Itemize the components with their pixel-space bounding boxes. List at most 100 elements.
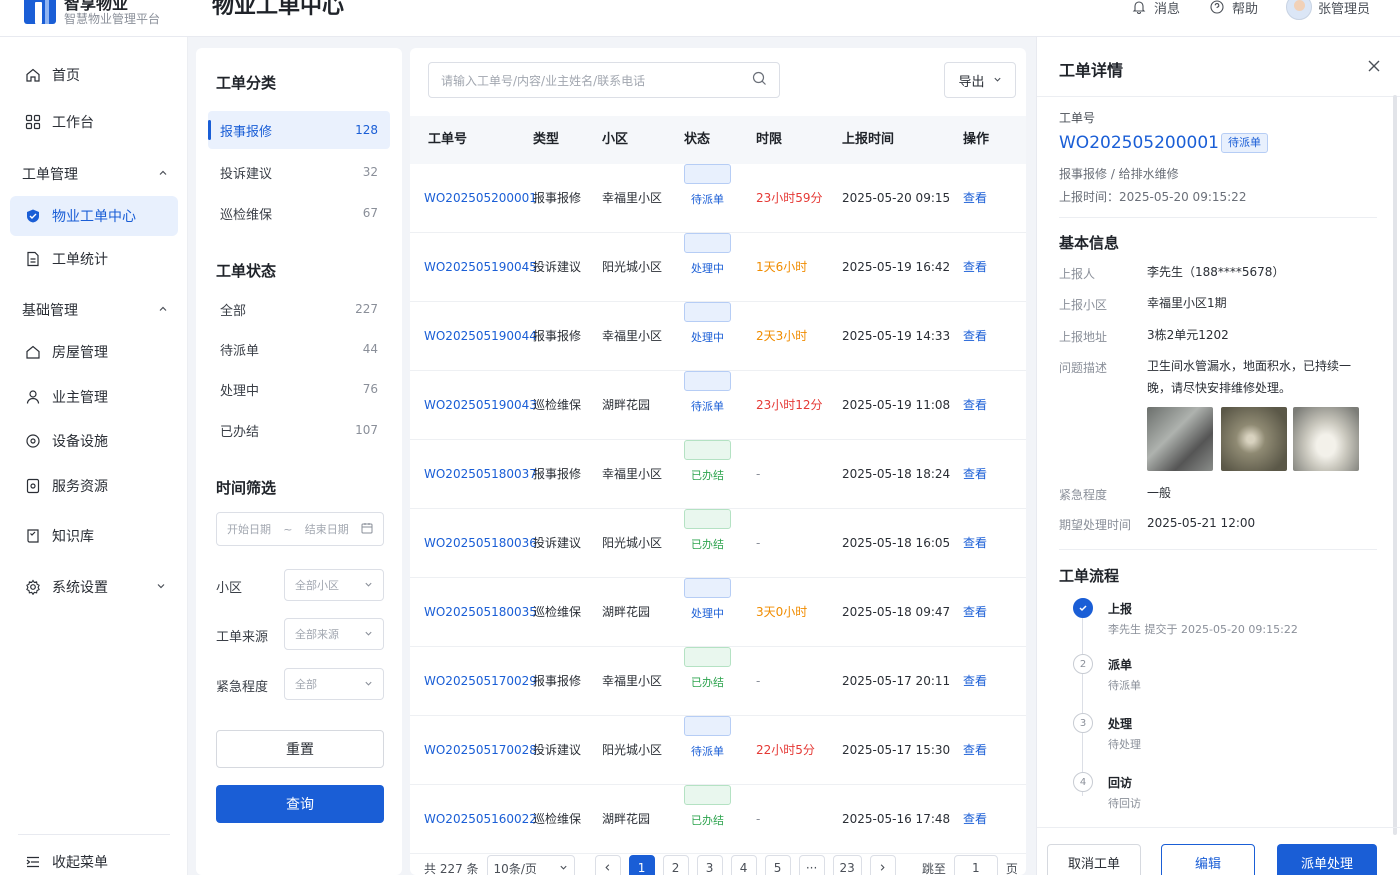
search-icon[interactable] <box>752 71 767 89</box>
jump-page-input[interactable]: 1 <box>953 855 998 875</box>
view-link[interactable]: 查看 <box>963 647 987 716</box>
table-row[interactable]: WO202505180037 报事报修 幸福里小区 已办结 - 2025-05-18 18… <box>410 440 1026 509</box>
column-header: 时限 <box>756 132 783 147</box>
sidebar-group-basic[interactable]: 基础管理 <box>22 300 168 320</box>
sidebar-item-equipment[interactable]: 设备设施 <box>10 421 178 461</box>
view-link[interactable]: 查看 <box>963 440 987 509</box>
issue-photo[interactable] <box>1293 407 1359 471</box>
table-row[interactable]: WO202505180035 巡检维保 湖畔花园 处理中 3天0小时 2025-05-18… <box>410 578 1026 647</box>
edit-button[interactable]: 编辑 <box>1161 844 1255 875</box>
user-menu[interactable]: 张管理员 <box>1285 0 1370 20</box>
category-item[interactable]: 巡检维保 67 <box>208 194 390 232</box>
view-link[interactable]: 查看 <box>963 371 987 440</box>
date-range-picker[interactable]: 开始日期 ~ 结束日期 <box>216 512 384 546</box>
query-button[interactable]: 查询 <box>216 785 384 823</box>
sidebar-item-home[interactable]: 首页 <box>10 55 178 95</box>
community-select[interactable]: 全部小区 <box>284 569 384 601</box>
sidebar-item-label: 首页 <box>52 68 80 84</box>
order-community: 幸福里小区 <box>602 674 663 688</box>
view-link[interactable]: 查看 <box>963 716 987 785</box>
table-row[interactable]: WO202505190044 报事报修 幸福里小区 处理中 2天3小时 2025-05-1… <box>410 302 1026 371</box>
divider <box>1059 217 1377 218</box>
sidebar-item-settings[interactable]: 系统设置 <box>10 567 178 607</box>
page-button[interactable]: 1 <box>628 855 655 875</box>
detail-scrollbar[interactable] <box>1393 95 1397 835</box>
status-item[interactable]: 待派单 44 <box>208 330 390 368</box>
next-page-button[interactable] <box>869 855 896 875</box>
user-icon <box>24 388 42 406</box>
sidebar-item-label: 物业工单中心 <box>52 209 136 225</box>
table-row[interactable]: WO202505170028 投诉建议 阳光城小区 待派单 22小时5分 2025-05-… <box>410 716 1026 785</box>
table-row[interactable]: WO202505200001 报事报修 幸福里小区 待派单 23小时59分 2025-05… <box>410 164 1026 233</box>
collapse-menu-button[interactable]: 收起菜单 <box>10 842 178 875</box>
sidebar-item-label: 服务资源 <box>52 479 108 495</box>
jump-label: 跳至 <box>921 861 946 875</box>
order-id-link[interactable]: WO202505190045 <box>424 233 537 302</box>
cancel-order-button[interactable]: 取消工单 <box>1047 844 1141 875</box>
view-link[interactable]: 查看 <box>963 164 987 233</box>
order-id-link[interactable]: WO202505190043 <box>424 371 537 440</box>
view-link[interactable]: 查看 <box>963 509 987 578</box>
sidebar-item-owners[interactable]: 业主管理 <box>10 377 178 417</box>
urgency-select[interactable]: 全部 <box>284 668 384 700</box>
page-button[interactable]: 3 <box>696 855 723 875</box>
end-date[interactable]: 结束日期 <box>305 521 349 537</box>
order-id-link[interactable]: WO202505180036 <box>424 509 537 578</box>
view-link[interactable]: 查看 <box>963 578 987 647</box>
page-button[interactable]: 23 <box>832 855 862 875</box>
dispatch-button[interactable]: 派单处理 <box>1277 844 1377 875</box>
category-item[interactable]: 投诉建议 32 <box>208 153 390 191</box>
chevron-down-icon <box>364 628 373 641</box>
issue-photo[interactable] <box>1221 407 1287 471</box>
view-link[interactable]: 查看 <box>963 302 987 371</box>
help-button[interactable]: 帮助 <box>1208 0 1258 17</box>
sidebar-item-knowledge[interactable]: 知识库 <box>10 516 178 556</box>
table-row[interactable]: WO202505170029 报事报修 幸福里小区 已办结 - 2025-05-17 20… <box>410 647 1026 716</box>
order-id-link[interactable]: WO202505180037 <box>424 440 537 509</box>
order-id-link[interactable]: WO202505190044 <box>424 302 537 371</box>
search-input[interactable]: 请输入工单号/内容/业主姓名/联系电话 <box>428 62 780 98</box>
sidebar-item-order-stats[interactable]: 工单统计 <box>10 239 178 279</box>
sidebar-item-houses[interactable]: 房屋管理 <box>10 332 178 372</box>
status-item[interactable]: 已办结 107 <box>208 411 390 449</box>
table-row[interactable]: WO202505190043 巡检维保 湖畔花园 待派单 23小时12分 2025-05-… <box>410 371 1026 440</box>
reporter-label: 上报人 <box>1059 267 1096 281</box>
order-id-link[interactable]: WO202505170028 <box>424 716 537 785</box>
sidebar-group-orders[interactable]: 工单管理 <box>22 164 168 184</box>
table-row[interactable]: WO202505160022 巡检维保 湖畔花园 已办结 - 2025-05-16 17:… <box>410 785 1026 854</box>
order-id-link[interactable]: WO202505170029 <box>424 647 537 716</box>
export-button[interactable]: 导出 <box>944 62 1016 98</box>
close-icon[interactable] <box>1367 57 1381 78</box>
page-ellipsis[interactable]: ··· <box>798 855 825 875</box>
messages-button[interactable]: 消息 <box>1130 0 1180 17</box>
device-icon <box>24 432 42 450</box>
table-row[interactable]: WO202505190045 投诉建议 阳光城小区 处理中 1天6小时 2025-05-1… <box>410 233 1026 302</box>
resource-icon <box>24 477 42 495</box>
reset-button[interactable]: 重置 <box>216 730 384 768</box>
order-id-link[interactable]: WO202505180035 <box>424 578 537 647</box>
page-button[interactable]: 5 <box>764 855 791 875</box>
view-link[interactable]: 查看 <box>963 233 987 302</box>
order-id-link[interactable]: WO202505200001 <box>424 164 537 233</box>
category-item[interactable]: 报事报修 128 <box>208 111 390 149</box>
sidebar-item-service[interactable]: 服务资源 <box>10 466 178 506</box>
source-select[interactable]: 全部来源 <box>284 618 384 650</box>
issue-photo[interactable] <box>1147 407 1213 471</box>
status-item[interactable]: 处理中 76 <box>208 370 390 408</box>
category-title: 工单分类 <box>216 74 277 92</box>
page-size-select[interactable]: 10条/页 <box>486 855 575 875</box>
sidebar-item-workbench[interactable]: 工作台 <box>10 102 178 142</box>
status-item[interactable]: 全部 227 <box>208 290 390 328</box>
order-status: 已办结 <box>684 440 731 510</box>
sidebar-item-order-center[interactable]: 物业工单中心 <box>10 196 178 236</box>
order-id-link[interactable]: WO202505160022 <box>424 785 537 854</box>
order-report-time: 2025-05-18 18:24 <box>842 467 951 481</box>
start-date[interactable]: 开始日期 <box>227 521 271 537</box>
column-header: 状态 <box>684 132 711 147</box>
order-time-limit: 23小时12分 <box>756 398 823 412</box>
view-link[interactable]: 查看 <box>963 785 987 854</box>
table-row[interactable]: WO202505180036 投诉建议 阳光城小区 已办结 - 2025-05-18 16… <box>410 509 1026 578</box>
page-button[interactable]: 4 <box>730 855 757 875</box>
prev-page-button[interactable] <box>594 855 621 875</box>
page-button[interactable]: 2 <box>662 855 689 875</box>
